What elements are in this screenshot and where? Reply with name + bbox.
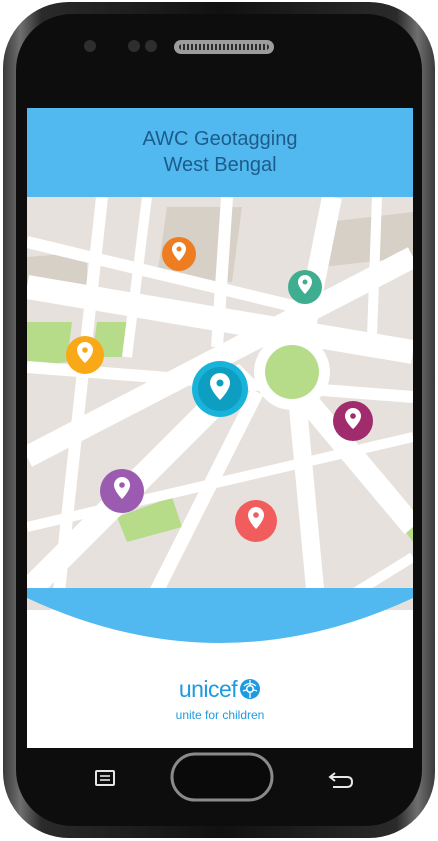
proximity-sensor-icon — [128, 40, 140, 52]
front-sensor-icon — [84, 40, 96, 52]
menu-icon[interactable] — [95, 770, 115, 786]
home-button[interactable] — [170, 752, 274, 802]
front-camera-icon — [145, 40, 157, 52]
marker-cyan[interactable] — [192, 361, 248, 417]
decorative-arc — [27, 588, 413, 658]
map-view[interactable] — [27, 197, 413, 610]
marker-orange[interactable] — [162, 237, 196, 271]
marker-yellow[interactable] — [66, 336, 104, 374]
marker-magenta[interactable] — [333, 401, 373, 441]
marker-purple[interactable] — [100, 469, 144, 513]
app-screen: AWC Geotagging West Bengal unicef unite … — [27, 108, 413, 748]
app-header: AWC Geotagging West Bengal — [27, 108, 413, 197]
back-arrow-icon[interactable] — [327, 770, 355, 790]
unicef-tagline: unite for children — [175, 708, 265, 722]
app-title-line1: AWC Geotagging — [142, 128, 298, 150]
unicef-globe-icon — [239, 678, 261, 704]
marker-coral[interactable] — [235, 500, 277, 542]
speaker-grill — [179, 44, 269, 50]
marker-teal[interactable] — [288, 270, 322, 304]
unicef-logo: unicef unite for children — [27, 676, 413, 722]
unicef-wordmark: unicef — [178, 676, 238, 702]
app-title-line2: West Bengal — [163, 154, 277, 176]
